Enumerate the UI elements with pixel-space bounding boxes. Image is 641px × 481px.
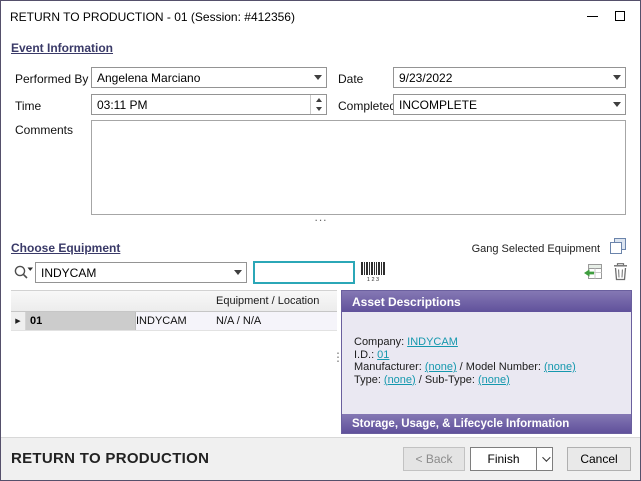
cancel-button[interactable]: Cancel (567, 447, 631, 471)
panel-splitter-grip[interactable]: ⋮ (332, 350, 341, 364)
window-title: RETURN TO PRODUCTION - 01 (Session: #412… (10, 10, 295, 24)
completed-combobox[interactable]: INCOMPLETE (393, 94, 626, 115)
subtype-link[interactable]: (none) (478, 374, 510, 386)
asset-details: Company:INDYCAM I.D.:01 Manufacturer:(no… (354, 336, 579, 386)
choose-equipment-heading: Choose Equipment (11, 241, 120, 255)
time-label: Time (15, 99, 41, 113)
comments-label: Comments (15, 123, 73, 137)
date-value: 9/23/2022 (399, 71, 452, 85)
subtype-label: / Sub-Type: (419, 374, 475, 386)
id-line: I.D.:01 (354, 349, 579, 362)
model-link[interactable]: (none) (544, 361, 576, 373)
type-line: Type:(none)/ Sub-Type:(none) (354, 374, 579, 387)
manufacturer-line: Manufacturer:(none)/ Model Number:(none) (354, 361, 579, 374)
manufacturer-link[interactable]: (none) (425, 361, 457, 373)
return-to-production-dialog: RETURN TO PRODUCTION - 01 (Session: #412… (0, 0, 641, 481)
search-filter-icon[interactable] (12, 263, 34, 282)
chevron-down-icon[interactable] (309, 68, 326, 87)
minimize-button[interactable] (580, 6, 604, 26)
table-row[interactable]: ▶ 01 INDYCAM N/A / N/A (11, 312, 337, 331)
asset-descriptions-header[interactable]: Asset Descriptions (342, 291, 631, 312)
completed-label: Completed (338, 99, 396, 113)
collapse-grip[interactable]: ... (297, 212, 345, 222)
completed-value: INCOMPLETE (399, 98, 477, 112)
add-to-grid-icon[interactable] (583, 262, 604, 282)
equipment-table: Equipment / Location ▶ 01 INDYCAM N/A / … (11, 290, 337, 431)
type-label: Type: (354, 374, 381, 386)
spin-up-icon[interactable] (311, 95, 326, 105)
equipment-location-cell[interactable]: N/A / N/A (216, 312, 261, 330)
barcode-icon: 1 2 3 (360, 261, 386, 283)
performed-by-combobox[interactable]: Angelena Marciano (91, 67, 327, 88)
manufacturer-label: Manufacturer: (354, 361, 422, 373)
footer-bar: RETURN TO PRODUCTION < Back Finish Cance… (1, 437, 640, 480)
gang-equipment-icon[interactable] (608, 237, 628, 257)
equipment-filter-combobox[interactable]: INDYCAM (35, 262, 247, 283)
barcode-scan-input[interactable] (253, 261, 355, 284)
equipment-location-column-header[interactable]: Equipment / Location (216, 295, 319, 307)
time-spinner[interactable]: 03:11 PM (91, 94, 327, 115)
minimize-icon (587, 16, 598, 17)
equipment-table-header[interactable]: Equipment / Location (11, 291, 337, 312)
time-value: 03:11 PM (97, 98, 147, 112)
company-line: Company:INDYCAM (354, 336, 579, 349)
finish-dropdown-button[interactable] (536, 447, 553, 471)
chevron-down-icon[interactable] (229, 263, 246, 282)
time-spin-buttons (310, 95, 326, 114)
row-selector-cell[interactable]: ▶ (11, 312, 26, 330)
id-label: I.D.: (354, 349, 374, 361)
chevron-down-icon (542, 453, 550, 461)
spin-down-icon[interactable] (311, 105, 326, 115)
titlebar: RETURN TO PRODUCTION - 01 (Session: #412… (1, 1, 640, 31)
footer-title: RETURN TO PRODUCTION (11, 450, 209, 467)
company-label: Company: (354, 336, 404, 348)
maximize-icon (615, 11, 625, 21)
performed-by-label: Performed By (15, 72, 88, 86)
row-selector-icon: ▶ (15, 317, 20, 325)
id-link[interactable]: 01 (377, 349, 389, 361)
performed-by-value: Angelena Marciano (97, 71, 200, 85)
type-link[interactable]: (none) (384, 374, 416, 386)
date-label: Date (338, 72, 363, 86)
company-link[interactable]: INDYCAM (407, 336, 458, 348)
delete-icon[interactable] (612, 262, 629, 282)
gang-selected-equipment-label: Gang Selected Equipment (472, 243, 600, 255)
chevron-down-icon[interactable] (608, 68, 625, 87)
model-label: / Model Number: (460, 361, 541, 373)
svg-text:1 2 3: 1 2 3 (367, 277, 379, 283)
comments-textarea[interactable] (91, 120, 626, 215)
equipment-filter-value: INDYCAM (41, 266, 96, 280)
maximize-button[interactable] (608, 6, 632, 26)
storage-usage-lifecycle-header[interactable]: Storage, Usage, & Lifecycle Information (342, 414, 631, 433)
finish-button[interactable]: Finish (470, 447, 537, 471)
event-information-heading: Event Information (11, 41, 113, 55)
chevron-down-icon[interactable] (608, 95, 625, 114)
equipment-id-cell[interactable]: 01 (26, 312, 136, 330)
date-combobox[interactable]: 9/23/2022 (393, 67, 626, 88)
back-button[interactable]: < Back (403, 447, 465, 471)
asset-descriptions-panel: Asset Descriptions Company:INDYCAM I.D.:… (341, 290, 632, 434)
equipment-name-cell[interactable]: INDYCAM (136, 312, 216, 330)
